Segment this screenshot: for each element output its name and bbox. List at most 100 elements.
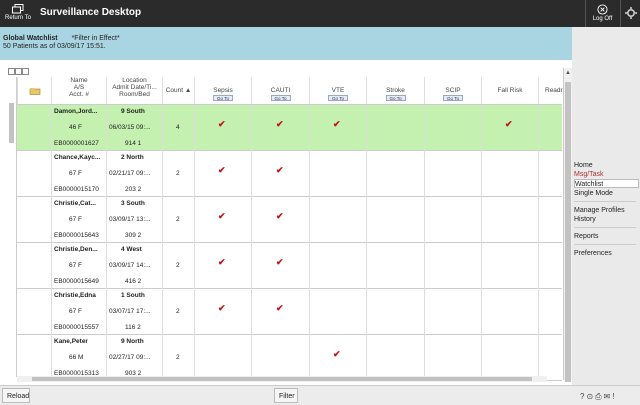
- column-stroke[interactable]: Stroke Go To: [366, 77, 424, 104]
- patient-age-sex: 46 F: [69, 124, 83, 131]
- check-icon[interactable]: [276, 350, 284, 358]
- folder-icon: [29, 88, 40, 95]
- patient-age-sex: 67 F: [69, 216, 83, 223]
- check-icon[interactable]: ✔: [218, 212, 226, 221]
- patient-age-sex: 67 F: [69, 170, 83, 177]
- watchlist-header: Global Watchlist *Filter in Effect* 50 Pa…: [0, 27, 572, 60]
- check-icon[interactable]: ✔: [333, 120, 341, 129]
- check-icon[interactable]: [505, 212, 513, 220]
- check-icon[interactable]: ✔: [505, 120, 513, 129]
- column-vte[interactable]: VTE Go To: [309, 77, 366, 104]
- patient-summary: 50 Patients as of 03/09/17 15:51.: [3, 43, 106, 50]
- goto-stroke-button[interactable]: Go To: [385, 95, 406, 101]
- table-row[interactable]: Kane,Peter 66 M EB0000015313 9 North 02/27/1…: [17, 335, 562, 381]
- check-icon[interactable]: ✔: [276, 212, 284, 221]
- grid-option-button[interactable]: [8, 68, 15, 75]
- table-row[interactable]: Damon,Jord... 46 F EB0000001627 9 South 06/0…: [17, 105, 562, 151]
- column-fall-risk[interactable]: Fall Risk: [481, 77, 538, 104]
- check-icon[interactable]: ✔: [276, 258, 284, 267]
- patient-name[interactable]: Chance,Kayc...: [54, 154, 100, 161]
- menu-single-mode[interactable]: Single Mode: [574, 189, 639, 198]
- column-count[interactable]: Count ▲: [162, 77, 194, 104]
- return-to-button[interactable]: Return To: [0, 0, 36, 27]
- patient-name[interactable]: Kane,Peter: [54, 338, 88, 345]
- check-icon[interactable]: [505, 304, 513, 312]
- patient-unit: 4 West: [121, 246, 142, 253]
- check-icon[interactable]: [218, 350, 226, 358]
- patient-admit-date: 03/09/17 13:...: [109, 216, 151, 223]
- table-row[interactable]: Christie,Cat... 67 F EB0000015643 3 South 03…: [17, 197, 562, 243]
- patient-room-bed: 914 1: [125, 140, 142, 147]
- menu-msg-task[interactable]: Msg/Task: [574, 170, 639, 179]
- check-icon[interactable]: ✔: [218, 120, 226, 129]
- reload-button[interactable]: Reload: [2, 388, 30, 403]
- log-off-label: Log Off: [592, 16, 613, 22]
- goto-vte-button[interactable]: Go To: [328, 95, 348, 101]
- app-title: Surveillance Desktop: [40, 7, 142, 18]
- column-name[interactable]: Name A/S Acct. #: [51, 77, 106, 104]
- check-icon[interactable]: [505, 166, 513, 174]
- horizontal-scrollbar[interactable]: [17, 376, 547, 382]
- scroll-up-icon[interactable]: ▲: [565, 70, 571, 76]
- settings-button[interactable]: [620, 0, 640, 27]
- filter-button[interactable]: Filter: [274, 388, 298, 403]
- patient-unit: 1 South: [121, 292, 145, 299]
- check-icon[interactable]: [333, 212, 341, 220]
- table-row[interactable]: Christie,Den... 67 F EB0000015649 4 West 03/…: [17, 243, 562, 289]
- footer-icons[interactable]: ?⊙⎙✉!: [580, 392, 616, 402]
- column-flag[interactable]: [17, 77, 51, 104]
- patient-count: 4: [176, 124, 180, 131]
- menu-home[interactable]: Home: [574, 161, 639, 170]
- menu-history[interactable]: History: [574, 215, 639, 224]
- table-row[interactable]: Christie,Edna 67 F EB0000015557 1 South 03/0…: [17, 289, 562, 335]
- filter-note: *Filter in Effect*: [71, 35, 120, 42]
- patient-name[interactable]: Damon,Jord...: [54, 108, 97, 115]
- top-bar: Return To Surveillance Desktop Log Off: [0, 0, 640, 27]
- check-icon[interactable]: [333, 166, 341, 174]
- menu-preferences[interactable]: Preferences: [574, 249, 639, 258]
- patient-account: EB0000015170: [54, 186, 99, 193]
- column-sepsis[interactable]: Sepsis Go To: [194, 77, 251, 104]
- h-scroll-thumb[interactable]: [32, 377, 532, 381]
- column-cauti[interactable]: CAUTI Go To: [251, 77, 309, 104]
- vertical-scrollbar[interactable]: ▲: [563, 68, 572, 382]
- check-icon[interactable]: ✔: [276, 166, 284, 175]
- check-icon[interactable]: ✔: [218, 258, 226, 267]
- log-off-button[interactable]: Log Off: [585, 0, 619, 27]
- goto-scip-button[interactable]: Go To: [443, 95, 463, 101]
- check-icon[interactable]: ✔: [218, 304, 226, 313]
- patient-admit-date: 06/03/15 09:...: [109, 124, 151, 131]
- grid-option-button[interactable]: [15, 68, 22, 75]
- patient-unit: 2 North: [121, 154, 144, 161]
- patient-account: EB0000015557: [54, 324, 99, 331]
- patient-age-sex: 67 F: [69, 262, 83, 269]
- table-row[interactable]: Chance,Kayc... 67 F EB0000015170 2 North 02/…: [17, 151, 562, 197]
- check-icon[interactable]: ✔: [276, 120, 284, 129]
- patient-admit-date: 02/21/17 09:...: [109, 170, 151, 177]
- patient-name[interactable]: Christie,Cat...: [54, 200, 96, 207]
- menu-reports[interactable]: Reports: [574, 232, 639, 241]
- check-icon[interactable]: [505, 258, 513, 266]
- menu-watchlist[interactable]: Watchlist: [574, 179, 639, 188]
- grid-toolbar: [8, 68, 30, 76]
- goto-cauti-button[interactable]: Go To: [270, 95, 291, 101]
- column-location[interactable]: Location Admit Date/Ti... Room/Bed: [106, 77, 162, 104]
- check-icon[interactable]: ✔: [218, 166, 226, 175]
- goto-sepsis-button[interactable]: Go To: [213, 95, 233, 101]
- menu-manage-profiles[interactable]: Manage Profiles: [574, 206, 639, 215]
- check-icon[interactable]: [333, 258, 341, 266]
- patient-name[interactable]: Christie,Den...: [54, 246, 98, 253]
- patient-name[interactable]: Christie,Edna: [54, 292, 96, 299]
- check-icon[interactable]: [505, 350, 513, 358]
- check-icon[interactable]: [333, 304, 341, 312]
- check-icon[interactable]: ✔: [333, 350, 341, 359]
- left-scrollbar[interactable]: [8, 83, 16, 373]
- grid-option-button[interactable]: [22, 68, 29, 75]
- check-icon[interactable]: ✔: [276, 304, 284, 313]
- column-scip[interactable]: SCIP Go To: [424, 77, 481, 104]
- column-readmit[interactable]: Readr: [538, 77, 563, 104]
- scroll-thumb[interactable]: [565, 82, 571, 382]
- bottom-bar: Reload Filter ?⊙⎙✉!: [0, 385, 640, 405]
- patient-admit-date: 03/07/17 17:...: [109, 308, 151, 315]
- patient-grid: Name A/S Acct. # Location Admit Date/Ti.…: [0, 60, 572, 385]
